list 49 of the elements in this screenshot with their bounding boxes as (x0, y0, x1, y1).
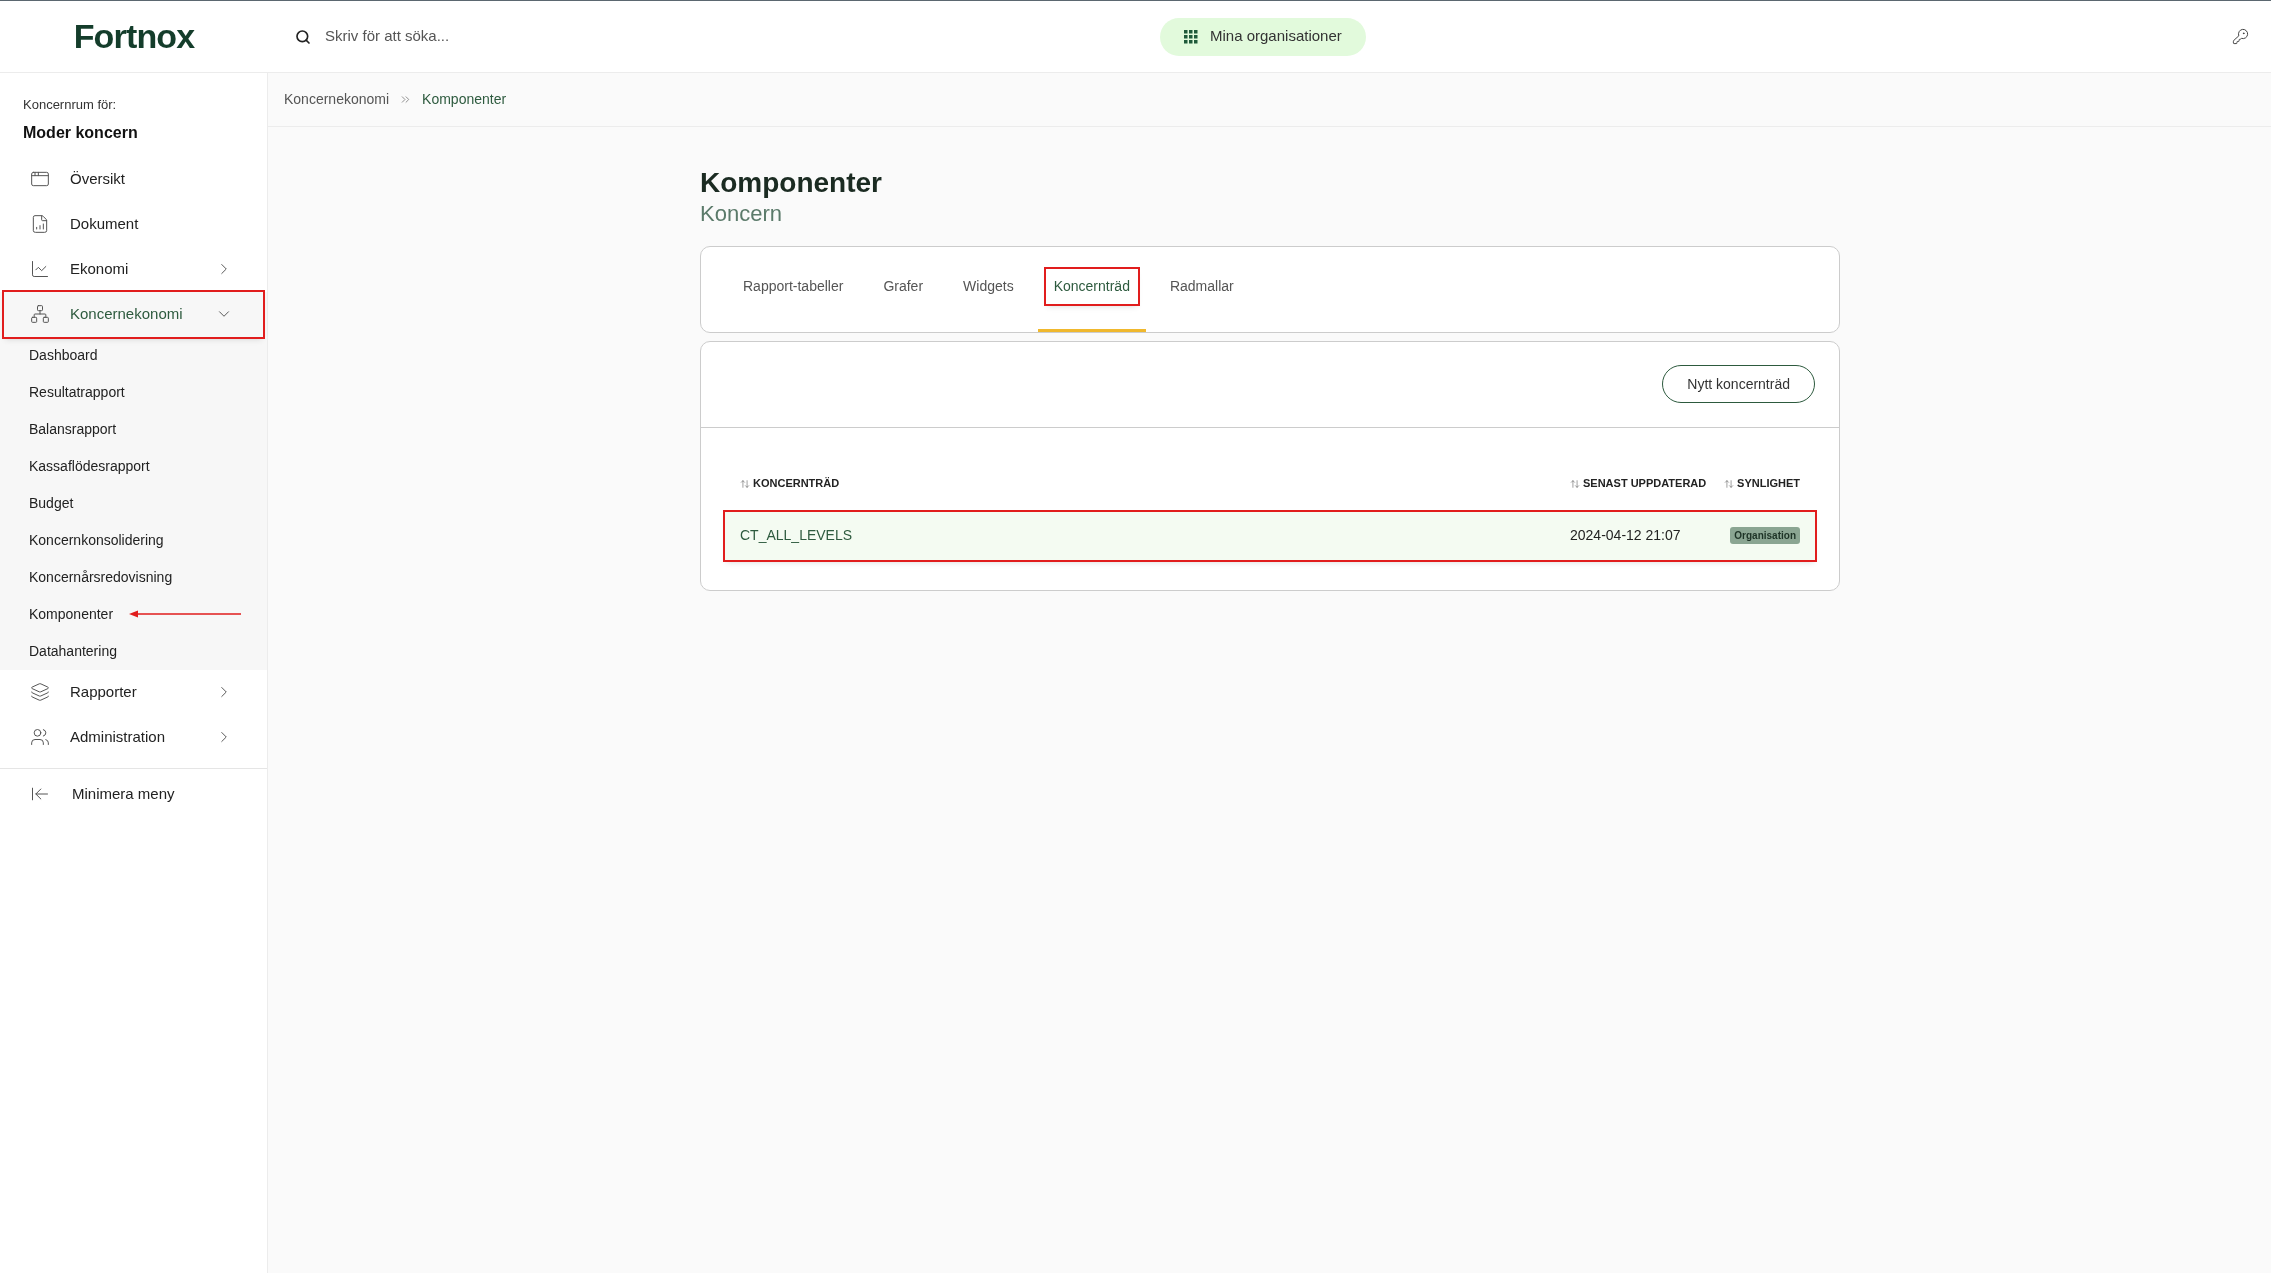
table-cell-text: CT_ALL_LEVELS (740, 526, 854, 545)
sidebar-subitem[interactable]: Kassaflödesrapport (29, 455, 150, 477)
breadcrumb-link[interactable]: Komponenter (422, 89, 507, 110)
search-icon (295, 28, 311, 45)
table-cell-text: 2024-04-12 21:07 (1570, 526, 1682, 545)
organizations-button[interactable]: Mina organisationer (1160, 17, 1366, 56)
sidebar-item[interactable]: Administration (4, 714, 263, 760)
hierarchy-icon (30, 304, 50, 324)
logo[interactable]: Fortnox (73, 11, 195, 62)
window-icon (30, 169, 50, 189)
sidebar-caption: Koncernrum för: (23, 96, 118, 114)
sidebar-item[interactable]: Rapporter (4, 669, 263, 715)
layers-icon (30, 682, 50, 702)
sidebar-item[interactable]: Översikt (4, 156, 263, 202)
sort-icon[interactable] (1570, 478, 1580, 489)
key-icon[interactable] (2232, 28, 2249, 45)
column-header[interactable]: KONCERNTRÄD (753, 475, 840, 492)
table-row[interactable]: CT_ALL_LEVELS 2024-04-12 21:07 Organisation (725, 511, 1815, 560)
sidebar-subitem[interactable]: Balansrapport (29, 418, 117, 440)
sidebar-subitem[interactable]: Koncernårsredovisning (29, 566, 173, 588)
tab[interactable]: Rapport-tabeller (727, 244, 860, 332)
sidebar-subitem[interactable]: Budget (29, 492, 74, 514)
tab[interactable]: Widgets (947, 244, 1030, 332)
sidebar-subitem[interactable]: Komponenter (29, 603, 242, 625)
sidebar-subitem[interactable]: Resultatrapport (29, 381, 125, 403)
sidebar-item[interactable]: Dokument (4, 201, 263, 247)
grid-icon (1184, 29, 1198, 44)
column-header[interactable]: SYNLIGHET (1737, 475, 1800, 492)
sidebar-item[interactable]: Ekonomi (4, 246, 263, 292)
breadcrumb-link[interactable]: Koncernekonomi (284, 89, 390, 110)
page-subtitle: Koncern (700, 200, 783, 228)
tab[interactable]: Radmallar (1153, 244, 1250, 332)
sort-icon[interactable] (1724, 478, 1735, 489)
sidebar-item[interactable]: Koncernekonomi (4, 291, 263, 337)
page-title: Komponenter (700, 166, 883, 200)
column-header[interactable]: SENAST UPPDATERAD (1583, 475, 1707, 492)
visibility-badge: Organisation (1730, 527, 1800, 544)
sidebar-subitem[interactable]: Dashboard (29, 344, 98, 366)
sidebar-subitem[interactable]: Koncernkonsolidering (29, 529, 164, 551)
search-field[interactable]: Skriv för att söka... (325, 25, 895, 48)
sidebar-subitem[interactable]: Datahantering (29, 640, 117, 662)
tab[interactable]: Grafer (867, 244, 940, 332)
organization-name: Moder koncern (23, 122, 139, 143)
users-icon (30, 727, 50, 747)
document-icon (30, 214, 50, 234)
tab[interactable]: Koncernträd (1037, 244, 1146, 332)
sort-icon[interactable] (740, 478, 750, 489)
line-chart-icon (30, 259, 50, 279)
collapse-menu-link[interactable]: Minimera meny (72, 782, 175, 806)
